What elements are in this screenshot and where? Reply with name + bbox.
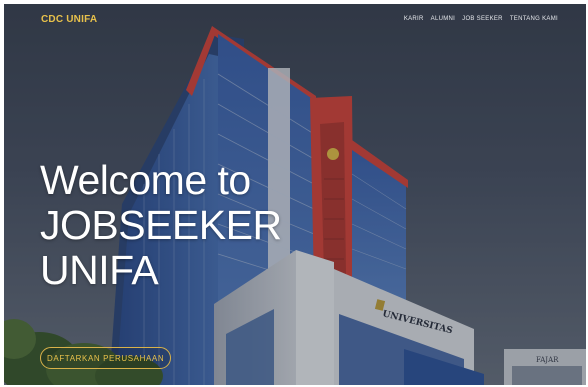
nav-link-karir[interactable]: KARIR	[404, 16, 424, 22]
register-company-button[interactable]: DAFTARKAN PERUSAHAAN	[40, 347, 172, 369]
main-nav: KARIR ALUMNI JOB SEEKER TENTANG KAMI	[404, 16, 558, 22]
hero-heading: Welcome to JOBSEEKER UNIFA	[40, 158, 300, 293]
hero-line-jobseeker: JOBSEEKER	[40, 202, 282, 248]
hero-line-unifa: UNIFA	[40, 247, 159, 293]
nav-link-alumni[interactable]: ALUMNI	[431, 16, 455, 22]
nav-link-tentang-kami[interactable]: TENTANG KAMI	[510, 16, 558, 22]
brand-logo[interactable]: CDC UNIFA	[41, 14, 97, 25]
side-sign: FAJAR	[536, 356, 559, 364]
hero-line-welcome: Welcome to	[40, 157, 251, 203]
nav-link-job-seeker[interactable]: JOB SEEKER	[462, 16, 503, 22]
page: UNIVERSITAS FAJAR CDC UNIFA KARIR ALUMNI…	[0, 0, 588, 387]
